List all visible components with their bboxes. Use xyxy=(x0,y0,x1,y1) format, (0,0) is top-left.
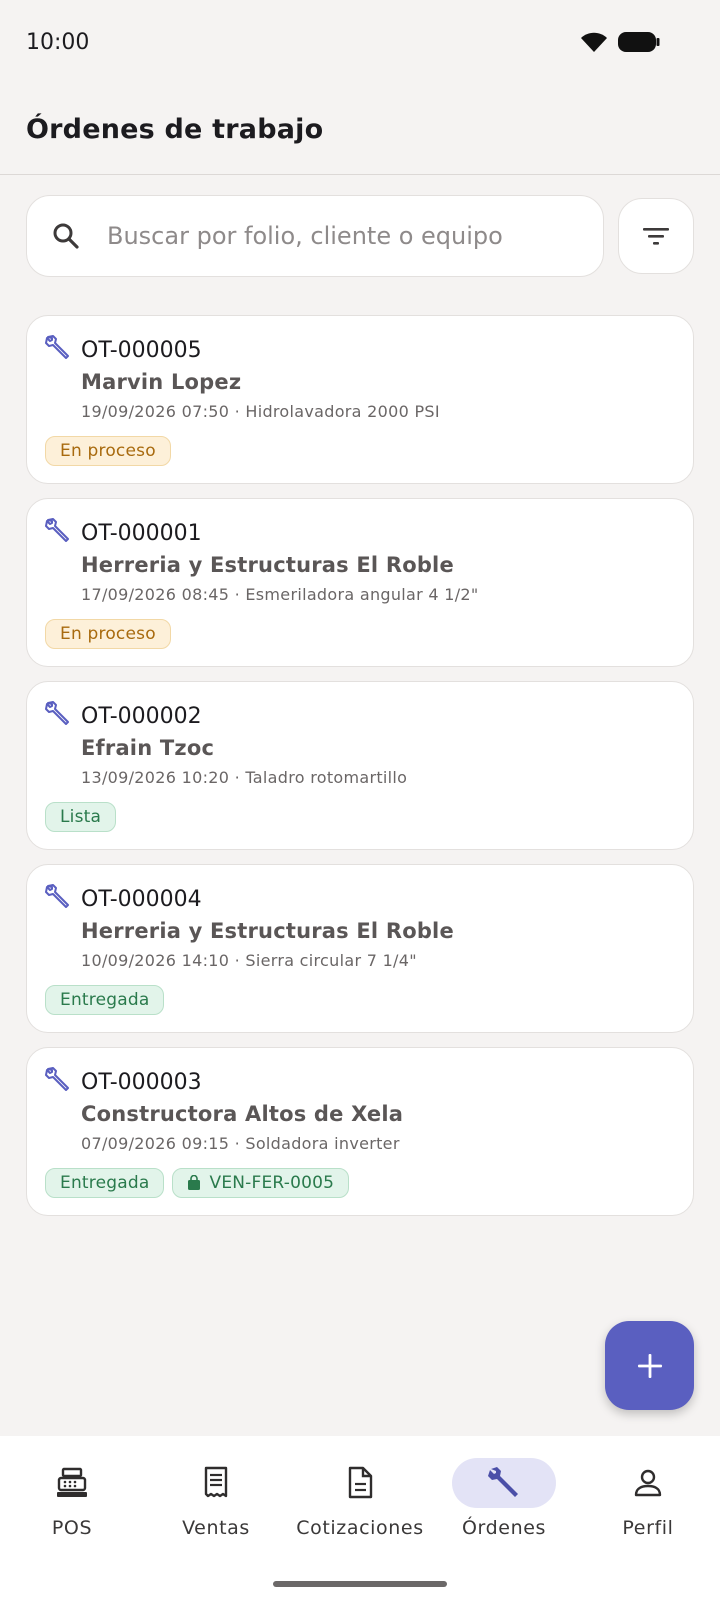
search-input[interactable] xyxy=(107,222,587,250)
bottom-nav: POS Ventas Cotizaciones Órdenes Perfil xyxy=(0,1436,720,1603)
order-meta: 17/09/2026 08:45 · Esmeriladora angular … xyxy=(81,585,479,604)
nav-label: POS xyxy=(51,1517,93,1539)
order-client: Herreria y Estructuras El Roble xyxy=(81,553,454,577)
nav-pill xyxy=(164,1458,268,1508)
order-card[interactable]: OT-000001 Herreria y Estructuras El Robl… xyxy=(26,498,694,667)
order-badges: En proceso xyxy=(45,619,171,649)
home-indicator xyxy=(273,1581,447,1587)
order-card[interactable]: OT-000002 Efrain Tzoc 13/09/2026 10:20 ·… xyxy=(26,681,694,850)
nav-label: Cotizaciones xyxy=(296,1517,424,1539)
cash-register-icon xyxy=(57,1467,87,1497)
wifi-icon xyxy=(581,32,607,52)
order-folio: OT-000001 xyxy=(81,521,202,546)
sale-badge[interactable]: VEN-FER-0005 xyxy=(172,1168,350,1198)
wrench-icon xyxy=(45,335,69,359)
order-client: Constructora Altos de Xela xyxy=(81,1102,404,1126)
order-folio: OT-000004 xyxy=(81,887,202,912)
sale-badge-label: VEN-FER-0005 xyxy=(209,1173,335,1193)
order-meta: 07/09/2026 09:15 · Soldadora inverter xyxy=(81,1134,400,1153)
wrench-icon xyxy=(45,518,69,542)
filter-icon xyxy=(643,228,669,245)
order-folio: OT-000003 xyxy=(81,1070,202,1095)
order-card[interactable]: OT-000005 Marvin Lopez 19/09/2026 07:50 … xyxy=(26,315,694,484)
status-badge: En proceso xyxy=(45,436,171,466)
shopping-bag-icon xyxy=(188,1175,201,1190)
nav-label: Órdenes xyxy=(461,1517,546,1539)
order-card[interactable]: OT-000003 Constructora Altos de Xela 07/… xyxy=(26,1047,694,1216)
nav-item-pos[interactable]: POS xyxy=(2,1458,142,1558)
nav-label: Ventas xyxy=(182,1517,250,1539)
order-client: Efrain Tzoc xyxy=(81,736,215,760)
nav-item-ventas[interactable]: Ventas xyxy=(146,1458,286,1558)
order-client: Herreria y Estructuras El Roble xyxy=(81,919,454,943)
status-badge: Entregada xyxy=(45,1168,165,1198)
order-folio: OT-000005 xyxy=(81,338,202,363)
nav-item-perfil[interactable]: Perfil xyxy=(578,1458,718,1558)
order-badges: Lista xyxy=(45,802,117,832)
wrench-icon xyxy=(488,1467,518,1497)
order-client: Marvin Lopez xyxy=(81,370,242,394)
add-order-button[interactable] xyxy=(605,1321,694,1410)
status-badge: Entregada xyxy=(45,985,165,1015)
page-title: Órdenes de trabajo xyxy=(26,113,324,145)
status-time: 10:00 xyxy=(26,29,90,55)
nav-pill xyxy=(20,1458,124,1508)
plus-icon xyxy=(637,1353,662,1378)
status-badge: En proceso xyxy=(45,619,171,649)
wrench-icon xyxy=(45,1067,69,1091)
nav-pill xyxy=(308,1458,412,1508)
order-meta: 13/09/2026 10:20 · Taladro rotomartillo xyxy=(81,768,408,787)
search-row xyxy=(26,195,694,277)
app-bar: Órdenes de trabajo xyxy=(0,84,720,175)
status-bar: 10:00 xyxy=(0,0,720,84)
nav-label: Perfil xyxy=(622,1517,674,1539)
order-meta: 19/09/2026 07:50 · Hidrolavadora 2000 PS… xyxy=(81,402,440,421)
status-badge: Lista xyxy=(45,802,117,832)
battery-icon xyxy=(618,32,660,52)
order-meta: 10/09/2026 14:10 · Sierra circular 7 1/4… xyxy=(81,951,417,970)
nav-pill-active xyxy=(452,1458,556,1508)
wrench-icon xyxy=(45,884,69,908)
order-card[interactable]: OT-000004 Herreria y Estructuras El Robl… xyxy=(26,864,694,1033)
nav-item-ordenes[interactable]: Órdenes xyxy=(434,1458,574,1558)
person-icon xyxy=(634,1469,662,1497)
order-badges: Entregada VEN-FER-0005 xyxy=(45,1168,350,1198)
order-badges: En proceso xyxy=(45,436,171,466)
order-folio: OT-000002 xyxy=(81,704,202,729)
nav-item-cotizaciones[interactable]: Cotizaciones xyxy=(290,1458,430,1558)
nav-pill xyxy=(596,1458,700,1508)
filter-button[interactable] xyxy=(618,198,694,274)
order-badges: Entregada xyxy=(45,985,165,1015)
receipt-icon xyxy=(204,1466,228,1498)
search-icon xyxy=(51,221,81,251)
document-icon xyxy=(348,1466,373,1499)
search-box[interactable] xyxy=(26,195,604,277)
wrench-icon xyxy=(45,701,69,725)
status-icons xyxy=(580,31,660,53)
orders-list: OT-000005 Marvin Lopez 19/09/2026 07:50 … xyxy=(26,315,694,1230)
